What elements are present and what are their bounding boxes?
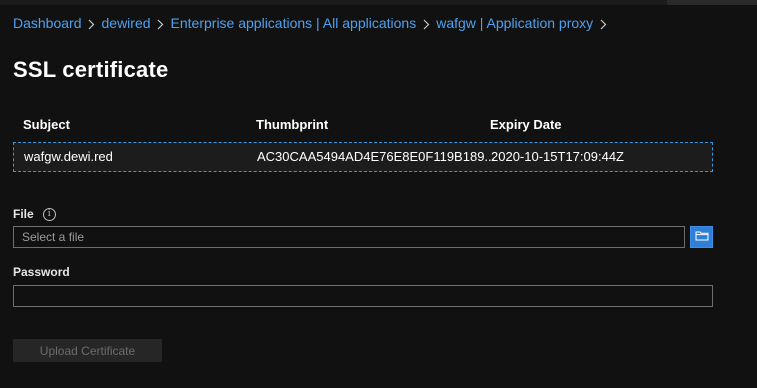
chevron-right-icon — [82, 16, 102, 31]
cell-thumbprint: AC30CAA5494AD4E76E8E0F119B189... — [257, 149, 496, 164]
breadcrumb: Dashboard dewired Enterprise application… — [13, 13, 613, 33]
top-edge — [0, 0, 757, 5]
certificate-table: Subject Thumbprint Expiry Date wafgw.dew… — [13, 112, 713, 172]
file-field-label: File i — [13, 207, 56, 221]
password-label-text: Password — [13, 265, 70, 279]
page-title: SSL certificate — [13, 56, 169, 82]
password-input[interactable] — [13, 285, 713, 307]
chevron-right-icon — [593, 16, 613, 31]
info-icon[interactable]: i — [42, 207, 56, 221]
table-row[interactable]: wafgw.dewi.red AC30CAA5494AD4E76E8E0F119… — [13, 142, 713, 172]
password-field-label: Password — [13, 265, 70, 279]
browse-file-button[interactable] — [690, 226, 713, 248]
table-header: Subject Thumbprint Expiry Date — [13, 112, 713, 140]
column-header-subject: Subject — [23, 117, 70, 132]
folder-icon — [695, 228, 709, 246]
chevron-right-icon — [151, 16, 171, 31]
upload-certificate-button[interactable]: Upload Certificate — [13, 339, 162, 362]
breadcrumb-dewired[interactable]: dewired — [102, 15, 151, 31]
breadcrumb-dashboard[interactable]: Dashboard — [13, 15, 82, 31]
chevron-right-icon — [416, 16, 436, 31]
top-edge-right — [667, 0, 757, 5]
cell-subject: wafgw.dewi.red — [24, 149, 113, 164]
column-header-expiry-date: Expiry Date — [490, 117, 562, 132]
breadcrumb-enterprise-applications[interactable]: Enterprise applications | All applicatio… — [171, 15, 417, 31]
file-label-text: File — [13, 207, 34, 221]
file-input[interactable] — [13, 226, 685, 248]
column-header-thumbprint: Thumbprint — [256, 117, 329, 132]
cell-expiry-date: 2020-10-15T17:09:44Z — [491, 149, 624, 164]
page: Dashboard dewired Enterprise application… — [0, 0, 757, 388]
breadcrumb-wafgw-application-proxy[interactable]: wafgw | Application proxy — [436, 15, 593, 31]
